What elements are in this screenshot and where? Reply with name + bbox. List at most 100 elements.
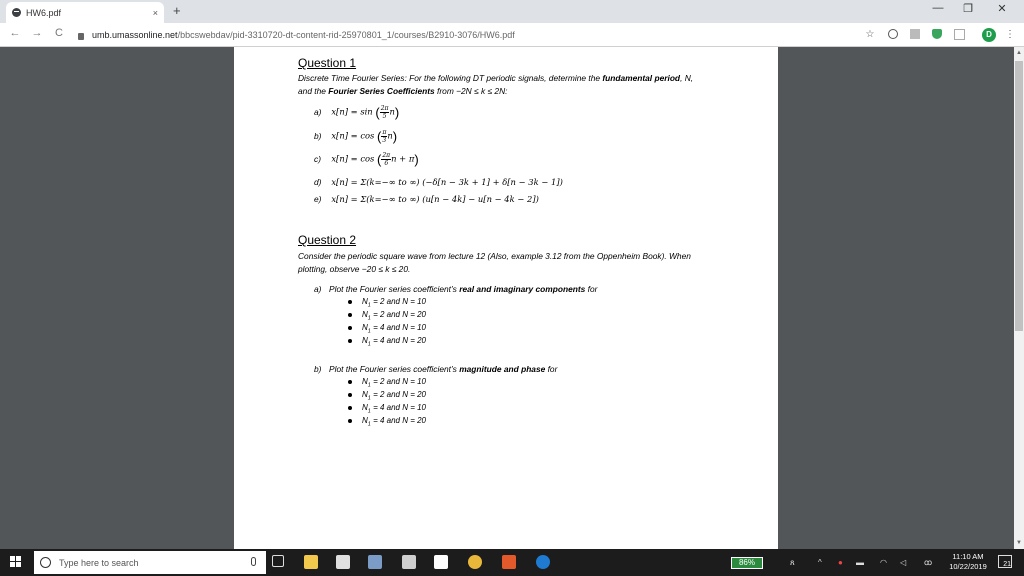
menu-dots-icon[interactable]: ⋮	[1004, 29, 1016, 41]
mail-icon[interactable]	[434, 555, 448, 569]
volume-icon[interactable]: ◁	[900, 558, 906, 567]
notification-center-icon[interactable]: 21	[998, 555, 1012, 568]
scrollbar-thumb[interactable]	[1015, 61, 1023, 331]
q2-part-b-pre: Plot the Fourier series coefficient’s	[329, 364, 460, 374]
q1-intro-bold1: fundamental period	[602, 73, 681, 83]
paren-close: )	[392, 129, 398, 144]
q1-item-e: e) x[n] = Σ(k=−∞ to ∞) (u[n − 4k] − u[n …	[314, 194, 539, 204]
q2b-bullet-4: N1 = 4 and N = 20	[348, 416, 426, 428]
app-icon[interactable]	[368, 555, 382, 569]
bookmark-star-icon[interactable]: ☆	[864, 29, 876, 41]
bullet-eq: =	[370, 416, 380, 425]
q1-item-c-label: c)	[314, 153, 321, 164]
language-icon[interactable]: ꝏ	[924, 558, 932, 567]
bullet-eq: =	[370, 336, 380, 345]
q2a-bullet-1: N1 = 2 and N = 10	[348, 297, 426, 309]
q1-item-c-post: n + π	[391, 153, 415, 164]
bullet-n: 10	[417, 403, 427, 412]
cortana-icon	[40, 557, 51, 568]
browser-toolbar: ← → C umb.umassonline.net/bbcswebdav/pid…	[0, 23, 1024, 47]
system-clock[interactable]: 11:10 AM 10/22/2019	[944, 552, 992, 572]
edge-icon[interactable]	[536, 555, 550, 569]
q1-intro-a: Discrete Time Fourier Series: For the fo…	[298, 73, 603, 83]
viewer-scrollbar[interactable]: ▲ ▼	[1014, 47, 1024, 549]
extension-icon[interactable]	[910, 29, 920, 39]
q1-intro-d: from −2N ≤ k ≤ 2N:	[434, 86, 508, 96]
bullet-n: 10	[417, 377, 427, 386]
taskbar-search-box[interactable]: Type here to search	[34, 551, 266, 574]
shield-icon[interactable]	[932, 29, 942, 39]
url-path: /bbcswebdav/pid-3310720-dt-content-rid-2…	[177, 30, 515, 40]
q1-item-b: b) x[n] = cos (π 3 n)	[314, 129, 397, 144]
bullet-and: and N =	[384, 416, 418, 425]
q2-part-a-post: for	[585, 284, 598, 294]
reload-button[interactable]: C	[52, 27, 66, 39]
clock-date: 10/22/2019	[949, 562, 987, 571]
bullet-dot	[348, 418, 352, 423]
q2a-bullet-3: N1 = 4 and N = 10	[348, 323, 426, 335]
extension-box-icon[interactable]	[954, 29, 965, 40]
bullet-dot	[348, 338, 352, 343]
bullet-dot	[348, 405, 352, 410]
wifi-icon[interactable]: ◠	[880, 558, 887, 567]
search-placeholder: Type here to search	[59, 557, 139, 568]
bullet-n: 20	[417, 416, 427, 425]
task-view-icon[interactable]	[272, 555, 284, 567]
block-extension-icon[interactable]	[888, 29, 898, 39]
start-tile	[10, 562, 15, 567]
file-explorer-icon[interactable]	[304, 555, 318, 569]
forward-button[interactable]: →	[30, 27, 44, 39]
q2b-bullet-1: N1 = 2 and N = 10	[348, 377, 426, 389]
scroll-down-icon[interactable]: ▼	[1016, 540, 1022, 546]
q2a-bullet-2: N1 = 2 and N = 20	[348, 310, 426, 322]
calculator-icon[interactable]	[402, 555, 416, 569]
q1-item-d: d) x[n] = Σ(k=−∞ to ∞) (−δ[n − 3k + 1] +…	[314, 177, 563, 187]
profile-avatar[interactable]: D	[982, 28, 996, 42]
bullet-n: 20	[417, 310, 427, 319]
chrome-icon[interactable]	[468, 555, 482, 569]
maximize-button[interactable]: ❐	[960, 2, 976, 15]
office-icon[interactable]	[502, 555, 516, 569]
microphone-icon[interactable]	[251, 557, 256, 566]
q2a-bullet-4: N1 = 4 and N = 20	[348, 336, 426, 348]
q2-intro-line2: plotting, observe −20 ≤ k ≤ 20.	[298, 264, 411, 274]
q1-item-a: a) x[n] = sin (2π 5 n)	[314, 105, 399, 120]
q2-part-a-label: a)	[314, 284, 322, 294]
bullet-and: and N =	[384, 297, 418, 306]
q1-item-c: c) x[n] = cos (2π 6 n + π)	[314, 152, 419, 167]
bullet-eq: =	[370, 310, 380, 319]
tray-app-icon[interactable]: ●	[838, 558, 843, 567]
tab-close-icon[interactable]: ×	[153, 8, 158, 18]
bullet-dot	[348, 312, 352, 317]
windows-start-icon[interactable]	[10, 556, 22, 568]
frac-den: 5	[382, 113, 387, 120]
battery-indicator[interactable]: 86%	[731, 557, 763, 569]
power-icon[interactable]: ▬	[856, 558, 864, 567]
q1-item-e-label: e)	[314, 194, 322, 204]
minimize-button[interactable]: —	[930, 2, 946, 14]
bullet-eq: =	[370, 297, 380, 306]
back-button[interactable]: ←	[8, 27, 22, 39]
q2b-bullet-3: N1 = 4 and N = 10	[348, 403, 426, 415]
q2-part-b-label: b)	[314, 364, 322, 374]
address-bar[interactable]: umb.umassonline.net/bbcswebdav/pid-33107…	[78, 26, 878, 44]
q2-part-a-bold: real and imaginary components	[459, 284, 586, 294]
tab-title: HW6.pdf	[26, 7, 62, 18]
question-2-title: Question 2	[298, 233, 357, 247]
new-tab-button[interactable]: +	[173, 3, 181, 18]
start-tile	[16, 562, 21, 567]
q1-intro-c: and the	[298, 86, 329, 96]
close-window-button[interactable]: ✕	[994, 2, 1010, 15]
store-icon[interactable]	[336, 555, 350, 569]
bullet-n: 10	[417, 323, 427, 332]
clock-time: 11:10 AM	[952, 552, 984, 561]
scroll-up-icon[interactable]: ▲	[1016, 50, 1022, 56]
paren-close: )	[414, 152, 419, 167]
tray-chevron-icon[interactable]: ^	[818, 558, 822, 567]
bullet-dot	[348, 299, 352, 304]
tab-hw6[interactable]: HW6.pdf ×	[6, 2, 164, 23]
bullet-eq: =	[370, 403, 380, 412]
people-icon[interactable]: ጸ	[790, 558, 795, 568]
q2-part-a: a) Plot the Fourier series coefficient’s …	[314, 284, 597, 294]
q2-part-a-pre: Plot the Fourier series coefficient’s	[329, 284, 460, 294]
